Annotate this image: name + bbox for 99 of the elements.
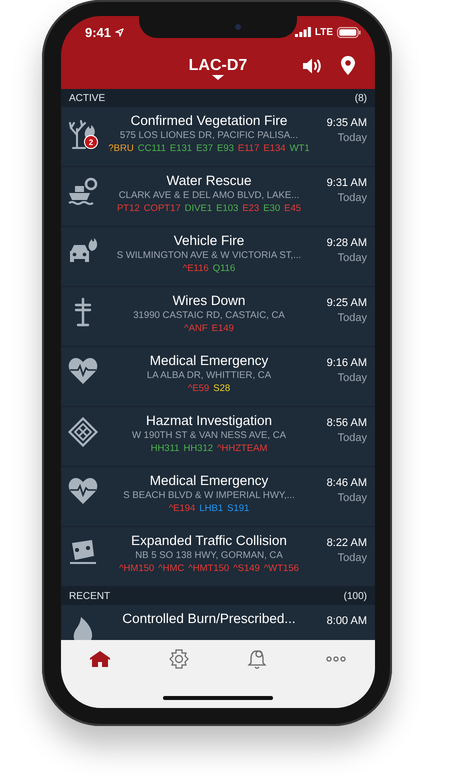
unit-tag: E149 <box>212 323 234 334</box>
incident-time: 8:46 AM <box>326 477 367 489</box>
incident-time: 9:35 AM <box>326 117 367 129</box>
incident-row[interactable]: Medical Emergency LA ALBA DR, WHITTIER, CA ^E59 S28 9:16 AM Today <box>61 347 375 407</box>
district-selector[interactable]: LAC-D7 <box>188 57 248 80</box>
unit-tag: ^HHZTEAM <box>217 443 268 454</box>
incident-address: CLARK AVE & E DEL AMO BLVD, LAKE... <box>118 190 300 201</box>
more-icon <box>326 656 346 662</box>
incident-title: Water Rescue <box>166 173 252 188</box>
bell-icon <box>247 648 268 670</box>
heart-pulse-icon <box>68 357 98 385</box>
incident-day: Today <box>338 252 367 264</box>
unit-tag: HH312 <box>183 443 214 454</box>
boat-icon <box>67 177 99 207</box>
incident-day: Today <box>338 492 367 504</box>
map-pin-icon[interactable] <box>341 56 355 75</box>
unit-tag: ^HM150 <box>119 563 154 574</box>
unit-tag: E134 <box>263 143 286 154</box>
crashed-car-icon <box>68 537 98 565</box>
incident-title: Vehicle Fire <box>174 233 244 248</box>
flame-icon <box>71 615 95 640</box>
incident-address: 31990 CASTAIC RD, CASTAIC, CA <box>133 310 285 321</box>
incident-address: 575 LOS LIONES DR, PACIFIC PALISA... <box>120 130 298 141</box>
unit-tag: E131 <box>170 143 192 154</box>
incident-day: Today <box>338 312 367 324</box>
incident-time: 9:25 AM <box>326 297 367 309</box>
unit-tag: ^ANF <box>184 323 208 334</box>
incident-time: 8:22 AM <box>326 537 367 549</box>
unit-tag: COPT17 <box>144 203 181 214</box>
unit-tag: E117 <box>238 143 260 154</box>
alert-count-badge: 2 <box>84 135 98 149</box>
unit-tag: E103 <box>216 203 238 214</box>
unit-tag: WT1 <box>290 143 310 154</box>
incident-title: Medical Emergency <box>150 353 268 368</box>
unit-tag: E30 <box>263 203 280 214</box>
heart-pulse-icon <box>68 477 98 505</box>
unit-tag: ^S149 <box>233 563 260 574</box>
unit-tag: ^E194 <box>168 503 196 514</box>
unit-tag: E23 <box>242 203 260 214</box>
incident-address: NB 5 SO 138 HWY, GORMAN, CA <box>135 550 283 561</box>
incident-day: Today <box>338 432 367 444</box>
incident-title: Expanded Traffic Collision <box>131 533 287 548</box>
incident-time: 8:00 AM <box>326 615 367 627</box>
incident-title: Controlled Burn/Prescribed... <box>122 611 296 626</box>
incident-day: Today <box>338 192 367 204</box>
utility-pole-icon <box>73 297 93 327</box>
section-title: ACTIVE <box>69 92 106 104</box>
unit-tag: ?BRU <box>108 143 134 154</box>
section-title: RECENT <box>69 590 110 602</box>
incident-row[interactable]: Water Rescue CLARK AVE & E DEL AMO BLVD, LAKE... PT12 COPT17 DIVE1 E103 E23 E30 E45 9:31 AM Today <box>61 167 375 227</box>
incident-title: Wires Down <box>172 293 246 308</box>
unit-tag: ^E59 <box>188 383 210 394</box>
incident-address: W 190TH ST & VAN NESS AVE, CA <box>132 430 286 441</box>
incident-day: Today <box>338 132 367 144</box>
incident-day: Today <box>338 372 367 384</box>
incident-address: LA ALBA DR, WHITTIER, CA <box>146 370 272 381</box>
unit-tag: DIVE1 <box>184 203 212 214</box>
incident-day: Today <box>338 552 367 564</box>
incident-title: Medical Emergency <box>150 473 268 488</box>
network-label: LTE <box>314 26 333 38</box>
incident-row[interactable]: Medical Emergency S BEACH BLVD & W IMPERIAL HWY,... ^E194 LHB1 S191 8:46 AM Today <box>61 467 375 527</box>
incident-time: 9:28 AM <box>326 237 367 249</box>
signal-icon <box>294 27 311 37</box>
incident-time: 8:56 AM <box>326 417 367 429</box>
incident-time: 9:31 AM <box>326 177 367 189</box>
status-time: 9:41 <box>85 24 112 40</box>
unit-tag: CC111 <box>138 143 166 154</box>
tree-fire-icon <box>68 117 98 149</box>
unit-tag: HH311 <box>150 443 180 454</box>
home-icon <box>89 650 112 668</box>
incident-row[interactable]: 2 Confirmed Vegetation Fire 575 LOS LIONES DR, PACIFIC PALISA... ?BRU CC111 E131 E37 E93 E117 E134 WT1 9:35 AM Today <box>61 107 375 167</box>
emblem-icon <box>168 649 189 669</box>
incident-row[interactable]: Hazmat Investigation W 190TH ST & VAN NESS AVE, CA HH311 HH312 ^HHZTEAM 8:56 AM Today <box>61 407 375 467</box>
unit-tag: E37 <box>196 143 213 154</box>
unit-tag: ^WT156 <box>264 563 299 574</box>
unit-tag: S191 <box>227 503 250 514</box>
section-count: (8) <box>354 92 367 104</box>
incident-row[interactable]: Vehicle Fire S WILMINGTON AVE & W VICTORIA ST,... ^E116 Q116 9:28 AM Today <box>61 227 375 287</box>
unit-tag: ^HMT150 <box>188 563 230 574</box>
unit-tag: PT12 <box>116 203 140 214</box>
section-count: (100) <box>344 590 367 602</box>
unit-tag: ^HMC <box>158 563 184 574</box>
incident-title: Confirmed Vegetation Fire <box>130 113 288 128</box>
unit-tag: E45 <box>284 203 302 214</box>
unit-tag: S28 <box>213 383 230 394</box>
unit-tag: ^E116 <box>182 263 209 274</box>
incident-address: S BEACH BLVD & W IMPERIAL HWY,... <box>123 490 295 501</box>
incident-address: S WILMINGTON AVE & W VICTORIA ST,... <box>116 250 302 261</box>
incident-row[interactable]: Wires Down 31990 CASTAIC RD, CASTAIC, CA ^ANF E149 9:25 AM Today <box>61 287 375 347</box>
incident-title: Hazmat Investigation <box>146 413 272 428</box>
unit-tag: LHB1 <box>199 503 224 514</box>
incident-time: 9:16 AM <box>326 357 367 369</box>
unit-tag: E93 <box>216 143 234 154</box>
location-arrow-icon <box>115 28 124 36</box>
caret-icon <box>212 75 224 80</box>
hazmat-diamond-icon <box>68 417 98 447</box>
speaker-icon[interactable] <box>302 57 322 75</box>
unit-tag: Q116 <box>212 263 236 274</box>
battery-icon <box>337 26 361 38</box>
